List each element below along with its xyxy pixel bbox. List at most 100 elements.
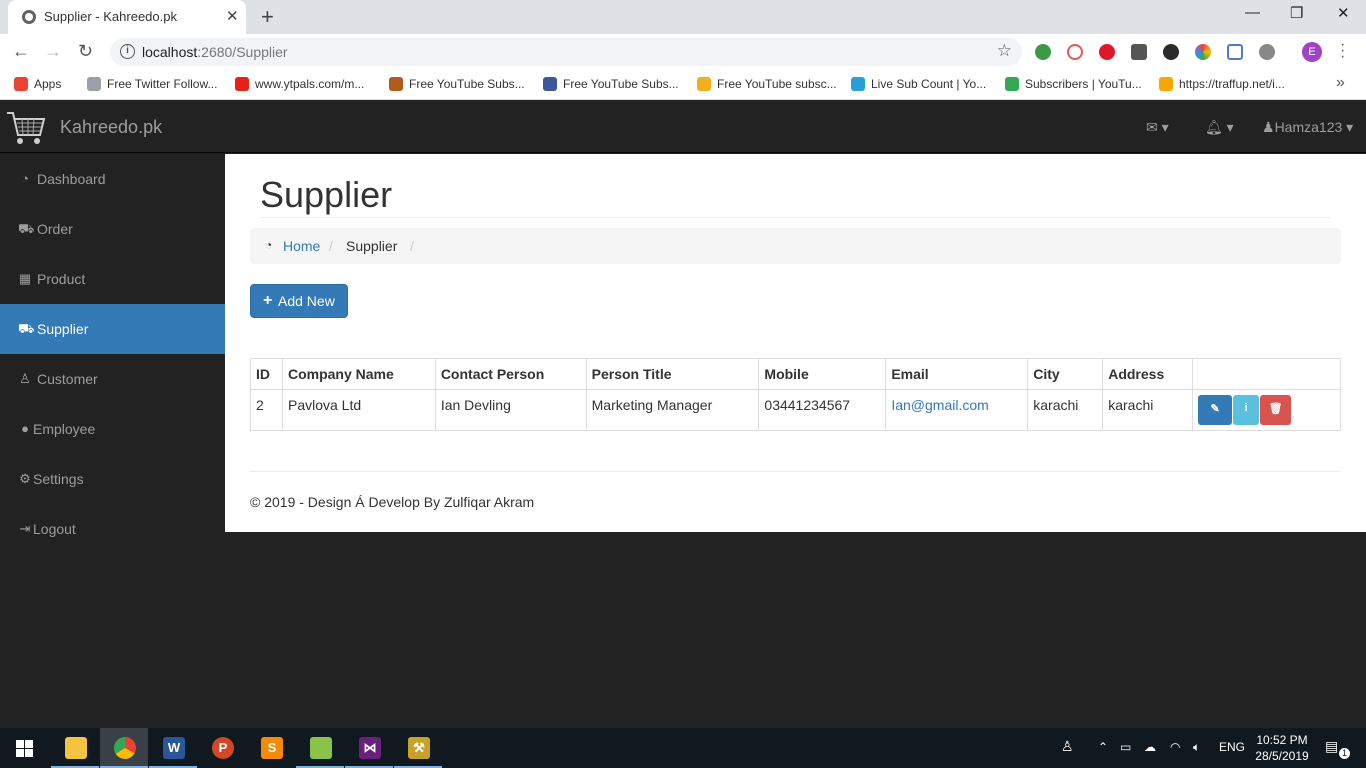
sidebar-item-product[interactable]: ▦ Product	[0, 254, 225, 304]
extension-screen-icon[interactable]	[1227, 44, 1243, 60]
powerpoint-taskbar-button[interactable]: P	[198, 728, 246, 768]
bookmark-item[interactable]: Apps	[14, 77, 61, 91]
forward-button[interactable]: →	[44, 41, 62, 62]
table-header-row: ID Company Name Contact Person Person Title…	[250, 358, 1341, 390]
bookmark-item[interactable]: Free YouTube subsc...	[697, 77, 837, 91]
sidebar-item-dashboard[interactable]: ◔ Dashboard	[0, 154, 225, 204]
bookmark-item[interactable]: Subscribers | YouTu...	[1005, 77, 1142, 91]
bookmark-label: Subscribers | YouTu...	[1025, 77, 1142, 91]
battery-icon[interactable]: ▭	[1120, 740, 1131, 754]
column-header: City	[1027, 358, 1104, 390]
people-icon[interactable]: ♙	[1061, 738, 1074, 755]
table-row: 2 Pavlova Ltd Ian Devling Marketing Manager…	[250, 389, 1341, 431]
chrome-taskbar-button[interactable]	[100, 728, 148, 768]
sidebar-item-label: Supplier	[37, 321, 89, 337]
back-button[interactable]: ←	[12, 41, 30, 62]
sidebar-item-label: Settings	[33, 471, 84, 487]
sidebar-item-order[interactable]: ⛟ Order	[0, 204, 225, 254]
column-header	[1192, 358, 1341, 390]
bookmark-item[interactable]: Free Twitter Follow...	[87, 77, 217, 91]
bookmark-item[interactable]: Live Sub Count | Yo...	[851, 77, 986, 91]
details-button[interactable]: i	[1233, 395, 1260, 425]
site-info-icon[interactable]: i	[120, 44, 135, 59]
supplier-table: ID Company Name Contact Person Person Title…	[250, 358, 1341, 431]
wifi-icon[interactable]: ◠	[1170, 740, 1180, 754]
extension-gear-icon[interactable]	[1259, 44, 1275, 60]
close-window-button[interactable]: ✕	[1337, 4, 1350, 22]
sublime-taskbar-button[interactable]: S	[247, 728, 295, 768]
sidebar-item-label: Product	[37, 271, 86, 287]
browser-tab[interactable]: Supplier - Kahreedo.pk ✕	[8, 0, 246, 34]
extension-globe-icon[interactable]	[1035, 44, 1051, 60]
apps-grid-icon	[14, 77, 28, 91]
extension-color-icon[interactable]	[1195, 44, 1211, 60]
cell-company: Pavlova Ltd	[281, 389, 436, 431]
info-icon: i	[1244, 402, 1248, 414]
sidebar-item-label: Dashboard	[37, 171, 106, 187]
tools-taskbar-button[interactable]: ⚒	[394, 728, 442, 768]
breadcrumb-home-link[interactable]: Home	[283, 238, 320, 254]
notifications-icon[interactable]: 🔔︎ ▾	[1205, 119, 1234, 136]
powerpoint-icon: P	[212, 737, 234, 759]
notepad-taskbar-button[interactable]	[296, 728, 344, 768]
visual-studio-icon: ⋈	[359, 737, 381, 759]
word-taskbar-button[interactable]: W	[149, 728, 197, 768]
cell-address: karachi	[1102, 389, 1194, 431]
cell-mobile: 03441234567	[758, 389, 887, 431]
sidebar: ◔ Dashboard ⛟ Order ▦ Product ⛟ Supplier ♙ Custom…	[0, 154, 225, 728]
clock[interactable]: 10:52 PM 28/5/2019	[1252, 732, 1312, 764]
bookmark-label: Live Sub Count | Yo...	[871, 77, 987, 91]
trash-icon: 🗑︎	[1268, 403, 1283, 415]
browser-tabbar: Supplier - Kahreedo.pk ✕ + — ❐ ✕	[0, 0, 1366, 34]
column-header: Contact Person	[434, 358, 587, 390]
add-new-button[interactable]: + Add New	[250, 284, 348, 318]
action-center-icon[interactable]: ▤	[1325, 738, 1338, 755]
breadcrumb: ◔ Home / Supplier /	[250, 228, 1341, 264]
bookmark-star-icon[interactable]: ☆	[997, 41, 1012, 61]
notification-count: 1	[1339, 748, 1350, 759]
sidebar-item-settings[interactable]: ⚙ Settings	[0, 454, 225, 504]
messages-icon[interactable]: ✉ ▾	[1146, 119, 1169, 136]
tab-close-icon[interactable]: ✕	[226, 7, 239, 25]
bookmark-label: Free Twitter Follow...	[107, 77, 218, 91]
reload-button[interactable]: ↻	[78, 41, 93, 62]
bookmark-item[interactable]: www.ytpals.com/m...	[235, 77, 364, 91]
minimize-button[interactable]: —	[1245, 4, 1260, 21]
brand-name[interactable]: Kahreedo.pk	[60, 117, 162, 138]
profile-avatar[interactable]: E	[1302, 42, 1322, 62]
bookmark-item[interactable]: Free YouTube Subs...	[543, 77, 679, 91]
footer-text: © 2019 - Design Á Develop By Zulfiqar Ak…	[250, 494, 535, 510]
file-explorer-taskbar-button[interactable]	[51, 728, 99, 768]
volume-icon[interactable]: 🔈︎	[1193, 740, 1200, 755]
sidebar-item-supplier[interactable]: ⛟ Supplier	[0, 304, 225, 354]
bookmark-item[interactable]: Free YouTube Subs...	[389, 77, 525, 91]
delete-button[interactable]: 🗑︎	[1260, 395, 1292, 425]
bookmark-label: Free YouTube Subs...	[563, 77, 679, 91]
sidebar-item-customer[interactable]: ♙ Customer	[0, 354, 225, 404]
edit-button[interactable]: ✎	[1198, 395, 1233, 425]
sidebar-item-employee[interactable]: ● Employee	[0, 404, 225, 454]
bookmark-item[interactable]: https://traffup.net/i...	[1159, 77, 1285, 91]
bookmarks-overflow-icon[interactable]: »	[1336, 74, 1345, 92]
globe-icon	[22, 10, 36, 24]
user-menu[interactable]: ♟Hamza123 ▾	[1262, 119, 1353, 136]
extension-tb-icon[interactable]	[1131, 44, 1147, 60]
page-title: Supplier	[260, 174, 393, 215]
tray-chevron-icon[interactable]: ⌃	[1098, 740, 1108, 754]
bookmark-favicon-icon	[697, 77, 711, 91]
bookmark-label: Apps	[34, 77, 62, 91]
breadcrumb-separator: /	[329, 238, 333, 254]
windows-start-icon[interactable]	[16, 740, 33, 757]
sidebar-item-logout[interactable]: ⇥ Logout	[0, 504, 225, 554]
extension-block-icon[interactable]	[1067, 44, 1083, 60]
cell-email[interactable]: Ian@gmail.com	[885, 389, 1029, 431]
extension-k-icon[interactable]	[1163, 44, 1179, 60]
visual-studio-taskbar-button[interactable]: ⋈	[345, 728, 393, 768]
onedrive-icon[interactable]: ☁	[1144, 740, 1156, 754]
new-tab-button[interactable]: +	[261, 4, 274, 30]
address-bar[interactable]: i localhost:2680/Supplier ☆	[110, 38, 1022, 66]
restore-button[interactable]: ❐	[1290, 4, 1303, 22]
extension-heart-icon[interactable]	[1099, 44, 1115, 60]
language-indicator[interactable]: ENG	[1219, 740, 1245, 754]
browser-menu-icon[interactable]: · · ·	[1340, 37, 1345, 65]
